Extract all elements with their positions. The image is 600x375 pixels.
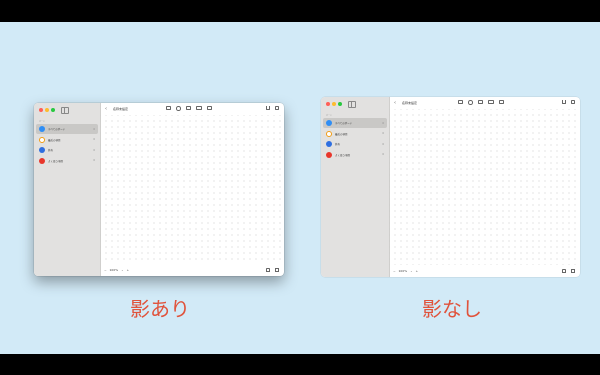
canvas-area: ‹ 名称未設定 − 100% ⌄ + <box>389 97 580 277</box>
canvas-area: ‹ 名称未設定 − 100% ⌄ + <box>100 103 284 276</box>
dot-grid-canvas[interactable] <box>100 115 284 264</box>
sidebar-item-label: 最近の項目 <box>335 132 348 136</box>
bottom-tools <box>266 268 279 272</box>
shape-icon[interactable] <box>468 100 473 105</box>
traffic-lights <box>39 108 55 112</box>
media-icon[interactable] <box>195 106 202 110</box>
sidebar-item-favorites[interactable]: よく使う項目 0 <box>36 156 98 166</box>
people-icon <box>326 141 332 147</box>
sidebar-item-count: 0 <box>382 153 384 156</box>
sidebar-item-favorites[interactable]: よく使う項目 0 <box>323 150 387 160</box>
bottom-tools <box>562 269 575 273</box>
sidebar-item-count: 0 <box>382 142 384 146</box>
chevron-left-icon[interactable]: ‹ <box>105 106 107 112</box>
sidebar-section-label: ボード <box>326 115 333 117</box>
zoom-control: − 100% ⌄ + <box>104 268 129 272</box>
zoom-in-button[interactable]: + <box>127 268 130 272</box>
folder-icon[interactable] <box>206 106 212 110</box>
sidebar-item-label: 共有 <box>335 143 341 146</box>
zoom-button[interactable] <box>338 102 342 106</box>
sidebar-item-shared[interactable]: 共有 0 <box>323 139 387 149</box>
clock-icon <box>326 130 332 137</box>
home-icon[interactable] <box>562 269 566 273</box>
caption-with-shadow: 影あり <box>130 297 190 321</box>
heart-icon <box>39 157 45 164</box>
board-icon <box>326 120 332 126</box>
zoom-out-button[interactable]: − <box>393 269 396 273</box>
letterbox-top <box>0 0 600 22</box>
edit-icon[interactable] <box>275 106 279 110</box>
zoom-out-button[interactable]: − <box>104 268 107 272</box>
sidebar-item-recent[interactable]: 最近の項目 0 <box>323 129 387 139</box>
shape-icon[interactable] <box>176 106 181 111</box>
navigator-icon[interactable] <box>571 269 575 273</box>
close-button[interactable] <box>39 108 43 112</box>
sidebar-item-label: よく使う項目 <box>48 159 64 163</box>
board-title[interactable]: 名称未設定 <box>113 107 128 111</box>
folder-icon[interactable] <box>498 100 504 104</box>
text-icon[interactable] <box>477 100 483 104</box>
close-button[interactable] <box>326 102 330 106</box>
minimize-button[interactable] <box>332 102 336 106</box>
heart-icon <box>326 151 332 158</box>
home-icon[interactable] <box>266 268 270 272</box>
sidebar-section-label: ボード <box>39 121 46 123</box>
letterbox-bottom <box>0 354 600 375</box>
chevron-down-icon[interactable]: ⌄ <box>410 269 413 273</box>
zoom-button[interactable] <box>51 108 55 112</box>
board-icon <box>39 126 45 132</box>
board-title[interactable]: 名称未設定 <box>402 101 417 105</box>
edit-icon[interactable] <box>571 100 575 104</box>
sticky-note-icon[interactable] <box>458 100 463 104</box>
sidebar-item-all-boards[interactable]: すべてのボード 0 <box>36 124 98 134</box>
sidebar: ボード すべてのボード 0 最近の項目 0 共有 0 よく使う項目 0 <box>321 97 390 277</box>
toolbar <box>458 100 504 105</box>
toolbar <box>166 106 212 111</box>
traffic-lights <box>326 102 342 106</box>
chevron-left-icon[interactable]: ‹ <box>394 100 396 106</box>
share-icon[interactable] <box>266 106 270 110</box>
sidebar-item-label: 最近の項目 <box>48 138 61 142</box>
window-with-shadow: ボード すべてのボード 0 最近の項目 0 共有 0 よく使う項目 0 ‹ 名称… <box>34 103 284 276</box>
sidebar-item-label: すべてのボード <box>335 122 353 125</box>
dot-grid-canvas[interactable] <box>389 109 580 265</box>
zoom-in-button[interactable]: + <box>416 269 419 273</box>
sidebar-item-recent[interactable]: 最近の項目 0 <box>36 135 98 145</box>
sidebar-item-shared[interactable]: 共有 0 <box>36 145 98 155</box>
sidebar-toggle-icon[interactable] <box>348 101 356 108</box>
share-icon[interactable] <box>562 100 566 104</box>
window-without-shadow: ボード すべてのボード 0 最近の項目 0 共有 0 よく使う項目 0 ‹ 名称… <box>321 97 580 277</box>
minimize-button[interactable] <box>45 108 49 112</box>
sidebar: ボード すべてのボード 0 最近の項目 0 共有 0 よく使う項目 0 <box>34 103 101 276</box>
sidebar-item-all-boards[interactable]: すべてのボード 0 <box>323 118 387 128</box>
sidebar-item-label: 共有 <box>48 149 54 152</box>
media-icon[interactable] <box>487 100 494 104</box>
navigator-icon[interactable] <box>275 268 279 272</box>
zoom-level[interactable]: 100% <box>399 269 408 273</box>
clock-icon <box>39 136 45 143</box>
toolbar-right <box>266 106 279 110</box>
toolbar-right <box>562 100 575 104</box>
sidebar-item-count: 0 <box>93 127 95 131</box>
sidebar-item-label: すべてのボード <box>48 128 66 131</box>
sidebar-item-label: よく使う項目 <box>335 153 351 157</box>
zoom-level[interactable]: 100% <box>110 268 119 272</box>
sidebar-item-count: 0 <box>382 132 384 135</box>
sidebar-toggle-icon[interactable] <box>61 107 69 114</box>
caption-without-shadow: 影なし <box>422 297 482 321</box>
text-icon[interactable] <box>185 106 191 110</box>
sidebar-item-count: 0 <box>93 148 95 152</box>
zoom-control: − 100% ⌄ + <box>393 269 418 273</box>
sticky-note-icon[interactable] <box>166 106 171 110</box>
sidebar-item-count: 0 <box>382 121 384 125</box>
sidebar-item-count: 0 <box>93 138 95 141</box>
chevron-down-icon[interactable]: ⌄ <box>121 268 124 272</box>
people-icon <box>39 147 45 153</box>
sidebar-item-count: 0 <box>93 159 95 162</box>
